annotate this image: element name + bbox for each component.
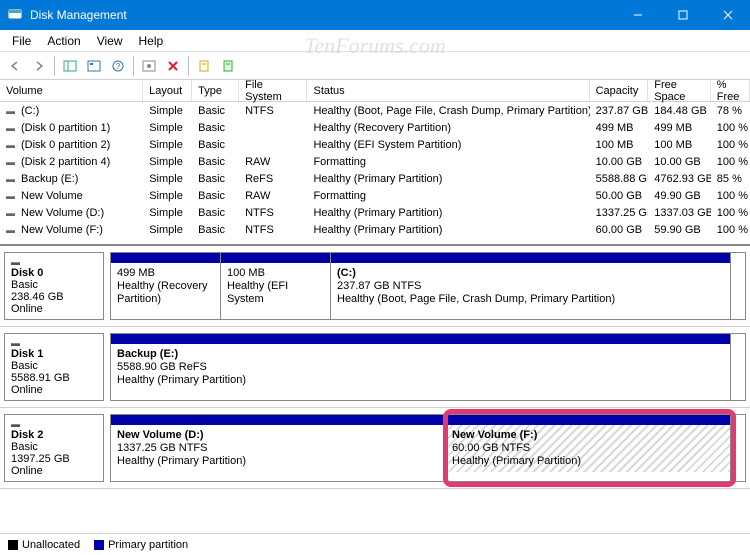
table-row[interactable]: ▬(Disk 0 partition 1) SimpleBasic Health… [0, 119, 750, 136]
back-button[interactable] [4, 55, 26, 77]
volume-list-header: Volume Layout Type File System Status Ca… [0, 80, 750, 102]
legend-unallocated: Unallocated [22, 539, 80, 551]
drive-icon: ▬ [6, 106, 18, 116]
window-title: Disk Management [30, 8, 615, 22]
disk-label[interactable]: ▬Disk 0Basic238.46 GBOnline [4, 252, 104, 320]
drive-icon: ▬ [6, 208, 18, 218]
drive-icon: ▬ [6, 174, 18, 184]
disk-row: ▬Disk 0Basic238.46 GBOnline499 MBHealthy… [0, 246, 750, 327]
disk-row: ▬Disk 2Basic1397.25 GBOnlineNew Volume (… [0, 408, 750, 489]
menubar: File Action View Help [0, 30, 750, 52]
show-hide-tree-button[interactable] [59, 55, 81, 77]
col-freespace[interactable]: Free Space [648, 80, 711, 101]
disk-graphical-view: ▬Disk 0Basic238.46 GBOnline499 MBHealthy… [0, 244, 750, 489]
maximize-button[interactable] [660, 0, 705, 30]
primary-swatch [94, 540, 104, 550]
col-pctfree[interactable]: % Free [711, 80, 750, 101]
drive-icon: ▬ [6, 225, 18, 235]
minimize-button[interactable] [615, 0, 660, 30]
partition[interactable]: 100 MBHealthy (EFI System [221, 253, 331, 319]
drive-icon: ▬ [6, 191, 18, 201]
col-type[interactable]: Type [192, 80, 239, 101]
legend: Unallocated Primary partition [0, 533, 750, 555]
col-capacity[interactable]: Capacity [590, 80, 649, 101]
partition[interactable]: 499 MBHealthy (Recovery Partition) [111, 253, 221, 319]
table-row[interactable]: ▬New Volume SimpleBasic RAWFormatting 50… [0, 187, 750, 204]
disk-partitions: New Volume (D:)1337.25 GB NTFSHealthy (P… [110, 414, 746, 482]
table-row[interactable]: ▬Backup (E:) SimpleBasic ReFSHealthy (Pr… [0, 170, 750, 187]
table-row[interactable]: ▬(Disk 2 partition 4) SimpleBasic RAWFor… [0, 153, 750, 170]
col-status[interactable]: Status [307, 80, 589, 101]
properties-button[interactable] [193, 55, 215, 77]
partition[interactable]: Backup (E:)5588.90 GB ReFSHealthy (Prima… [111, 334, 731, 400]
disk-partitions: 499 MBHealthy (Recovery Partition)100 MB… [110, 252, 746, 320]
legend-primary: Primary partition [108, 539, 188, 551]
col-layout[interactable]: Layout [143, 80, 192, 101]
unallocated-swatch [8, 540, 18, 550]
drive-icon: ▬ [6, 140, 18, 150]
drive-icon: ▬ [6, 157, 18, 167]
disk-icon: ▬ [11, 419, 97, 429]
table-row[interactable]: ▬New Volume (D:) SimpleBasic NTFSHealthy… [0, 204, 750, 221]
menu-help[interactable]: Help [131, 32, 172, 50]
table-row[interactable]: ▬(Disk 0 partition 2) SimpleBasic Health… [0, 136, 750, 153]
close-button[interactable] [705, 0, 750, 30]
partition[interactable]: (C:)237.87 GB NTFSHealthy (Boot, Page Fi… [331, 253, 731, 319]
action-button[interactable] [217, 55, 239, 77]
help-button[interactable]: ? [107, 55, 129, 77]
col-filesystem[interactable]: File System [239, 80, 307, 101]
svg-text:?: ? [116, 62, 121, 71]
disk-label[interactable]: ▬Disk 2Basic1397.25 GBOnline [4, 414, 104, 482]
forward-button[interactable] [28, 55, 50, 77]
drive-icon: ▬ [6, 123, 18, 133]
col-volume[interactable]: Volume [0, 80, 143, 101]
app-icon [8, 7, 22, 24]
disk-partitions: Backup (E:)5588.90 GB ReFSHealthy (Prima… [110, 333, 746, 401]
partition[interactable]: New Volume (D:)1337.25 GB NTFSHealthy (P… [111, 415, 446, 481]
toolbar: ? [0, 52, 750, 80]
partition[interactable]: New Volume (F:)60.00 GB NTFSHealthy (Pri… [446, 415, 731, 481]
disk-label[interactable]: ▬Disk 1Basic5588.91 GBOnline [4, 333, 104, 401]
disk-icon: ▬ [11, 257, 97, 267]
delete-icon[interactable] [162, 55, 184, 77]
refresh-button[interactable] [83, 55, 105, 77]
menu-view[interactable]: View [89, 32, 131, 50]
menu-action[interactable]: Action [39, 32, 88, 50]
disk-icon: ▬ [11, 338, 97, 348]
titlebar: Disk Management [0, 0, 750, 30]
settings-button[interactable] [138, 55, 160, 77]
table-row[interactable]: ▬New Volume (F:) SimpleBasic NTFSHealthy… [0, 221, 750, 238]
menu-file[interactable]: File [4, 32, 39, 50]
volume-list: ▬(C:) SimpleBasic NTFSHealthy (Boot, Pag… [0, 102, 750, 238]
table-row[interactable]: ▬(C:) SimpleBasic NTFSHealthy (Boot, Pag… [0, 102, 750, 119]
disk-row: ▬Disk 1Basic5588.91 GBOnlineBackup (E:)5… [0, 327, 750, 408]
